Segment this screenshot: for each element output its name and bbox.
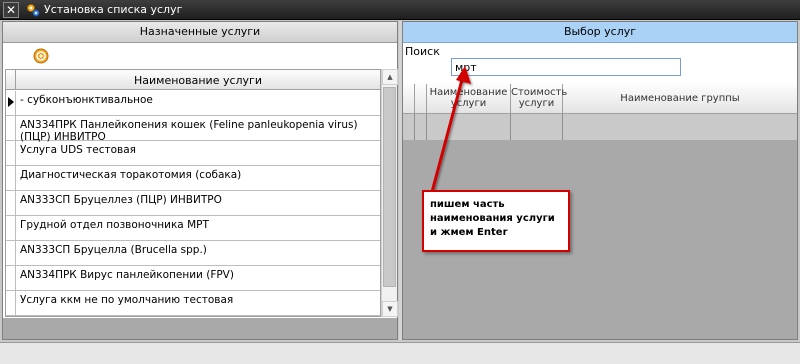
row-indicator (403, 114, 415, 140)
assigned-services-panel: Назначенные услуги Наименование услуги -… (2, 21, 398, 340)
service-name-cell: AN333СП Бруцелла (Brucella spp.) (20, 244, 207, 256)
group-name-cell (563, 114, 797, 140)
status-bar (0, 342, 800, 364)
service-price-cell (511, 114, 563, 140)
table-row[interactable]: AN334ПРК Панлейкопения кошек (Feline pan… (6, 116, 380, 143)
grid-header: Наименование услуги (6, 70, 380, 90)
scroll-thumb[interactable] (383, 87, 396, 287)
column-service-price[interactable]: Стоимость услуги (511, 84, 567, 114)
service-name-cell: AN333СП Бруцеллез (ПЦР) ИНВИТРО (20, 194, 222, 206)
close-icon[interactable]: ✕ (3, 2, 19, 18)
row-indicator (6, 241, 16, 265)
checkbox-column-header (415, 84, 427, 114)
row-indicator-header (6, 70, 16, 90)
grid-header: Наименование услуги Стоимость услуги Наи… (403, 84, 797, 114)
scroll-down-icon[interactable]: ▼ (382, 301, 398, 317)
refresh-icon[interactable] (33, 48, 49, 64)
search-input[interactable] (451, 58, 681, 76)
row-indicator (6, 166, 16, 190)
search-label: Поиск (405, 45, 440, 58)
column-group-name[interactable]: Наименование группы (563, 84, 797, 114)
table-row[interactable]: AN334ПРК Вирус панлейкопении (FPV) (6, 266, 380, 291)
table-row[interactable]: - субконъюнктивальное (6, 91, 380, 116)
service-name-cell: Грудной отдел позвоночника МРТ (20, 219, 209, 231)
current-row-arrow-icon (8, 97, 14, 107)
checkbox-cell[interactable] (415, 114, 427, 140)
service-name-cell: - субконъюнктивальное (20, 94, 153, 106)
annotation-callout: пишем часть наименования услуги и жмем E… (422, 190, 570, 252)
row-indicator-header (403, 84, 415, 114)
service-name-cell: AN334ПРК Вирус панлейкопении (FPV) (20, 269, 234, 281)
table-row[interactable]: Диагностическая торакотомия (собака) (6, 166, 380, 191)
table-row[interactable]: Услуга UDS тестовая (6, 141, 380, 166)
vertical-scrollbar[interactable]: ▲ ▼ (381, 69, 398, 317)
window-title: Установка списка услуг (44, 3, 183, 16)
row-indicator (6, 266, 16, 290)
column-service-name[interactable]: Наименование услуги (427, 84, 511, 114)
service-selection-panel: Выбор услуг Поиск Наименование услуги Ст… (402, 21, 798, 340)
row-indicator (6, 91, 16, 115)
row-indicator (6, 116, 16, 140)
scroll-up-icon[interactable]: ▲ (382, 69, 398, 85)
table-row[interactable]: AN333СП Бруцелла (Brucella spp.) (6, 241, 380, 266)
gear-icon (26, 3, 40, 17)
service-selection-header: Выбор услуг (403, 22, 797, 43)
row-indicator (6, 216, 16, 240)
service-name-cell: Диагностическая торакотомия (собака) (20, 169, 242, 181)
table-row[interactable]: Грудной отдел позвоночника МРТ (6, 216, 380, 241)
table-row[interactable]: AN333СП Бруцеллез (ПЦР) ИНВИТРО (6, 191, 380, 216)
column-service-name[interactable]: Наименование услуги (16, 70, 380, 90)
row-indicator (6, 291, 16, 315)
assigned-services-header: Назначенные услуги (3, 22, 397, 43)
assigned-services-grid: Наименование услуги - субконъюнктивально… (5, 69, 381, 317)
service-name-cell: AN334ПРК Панлейкопения кошек (Feline pan… (20, 119, 358, 143)
service-name-cell: Услуга ккм не по умолчанию тестовая (20, 294, 234, 306)
table-row[interactable]: Услуга ккм не по умолчанию тестовая (6, 291, 380, 316)
service-name-cell (427, 114, 511, 140)
title-bar: ✕ Установка списка услуг (0, 0, 800, 20)
grid-rows: - субконъюнктивальное AN334ПРК Панлейкоп… (6, 91, 380, 316)
left-panel-footer (3, 318, 397, 339)
service-name-cell: Услуга UDS тестовая (20, 144, 136, 156)
row-indicator (6, 191, 16, 215)
row-indicator (6, 141, 16, 165)
table-row[interactable] (403, 114, 797, 140)
